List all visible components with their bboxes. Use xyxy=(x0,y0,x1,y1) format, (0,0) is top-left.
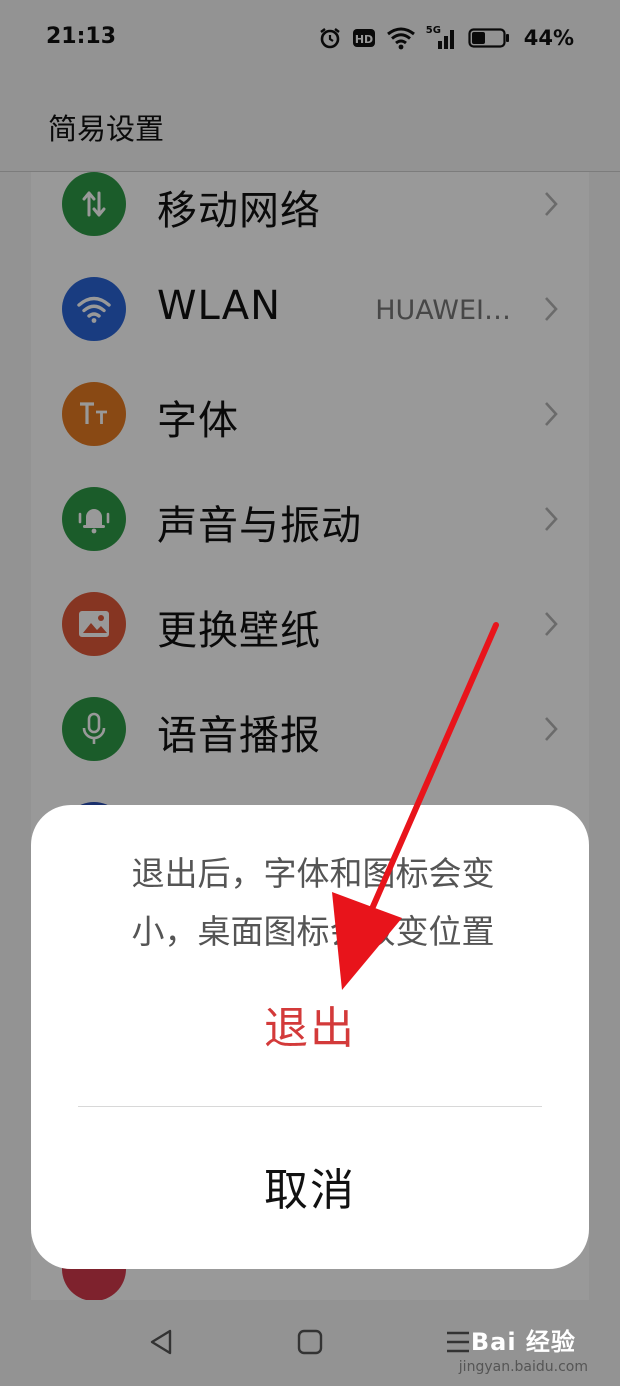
cancel-button[interactable]: 取消 xyxy=(31,1151,589,1231)
watermark-main: Bai 经验 xyxy=(470,1328,576,1356)
exit-confirm-dialog: 退出后，字体和图标会变小，桌面图标会改变位置 退出 取消 xyxy=(31,805,589,1269)
dialog-divider xyxy=(78,1106,542,1107)
dialog-message: 退出后，字体和图标会变小，桌面图标会改变位置 xyxy=(131,854,495,951)
watermark-url: jingyan.baidu.com xyxy=(458,1359,588,1375)
exit-button[interactable]: 退出 xyxy=(31,989,589,1069)
baidu-watermark: Bai 经验 jingyan.baidu.com xyxy=(459,1322,588,1375)
